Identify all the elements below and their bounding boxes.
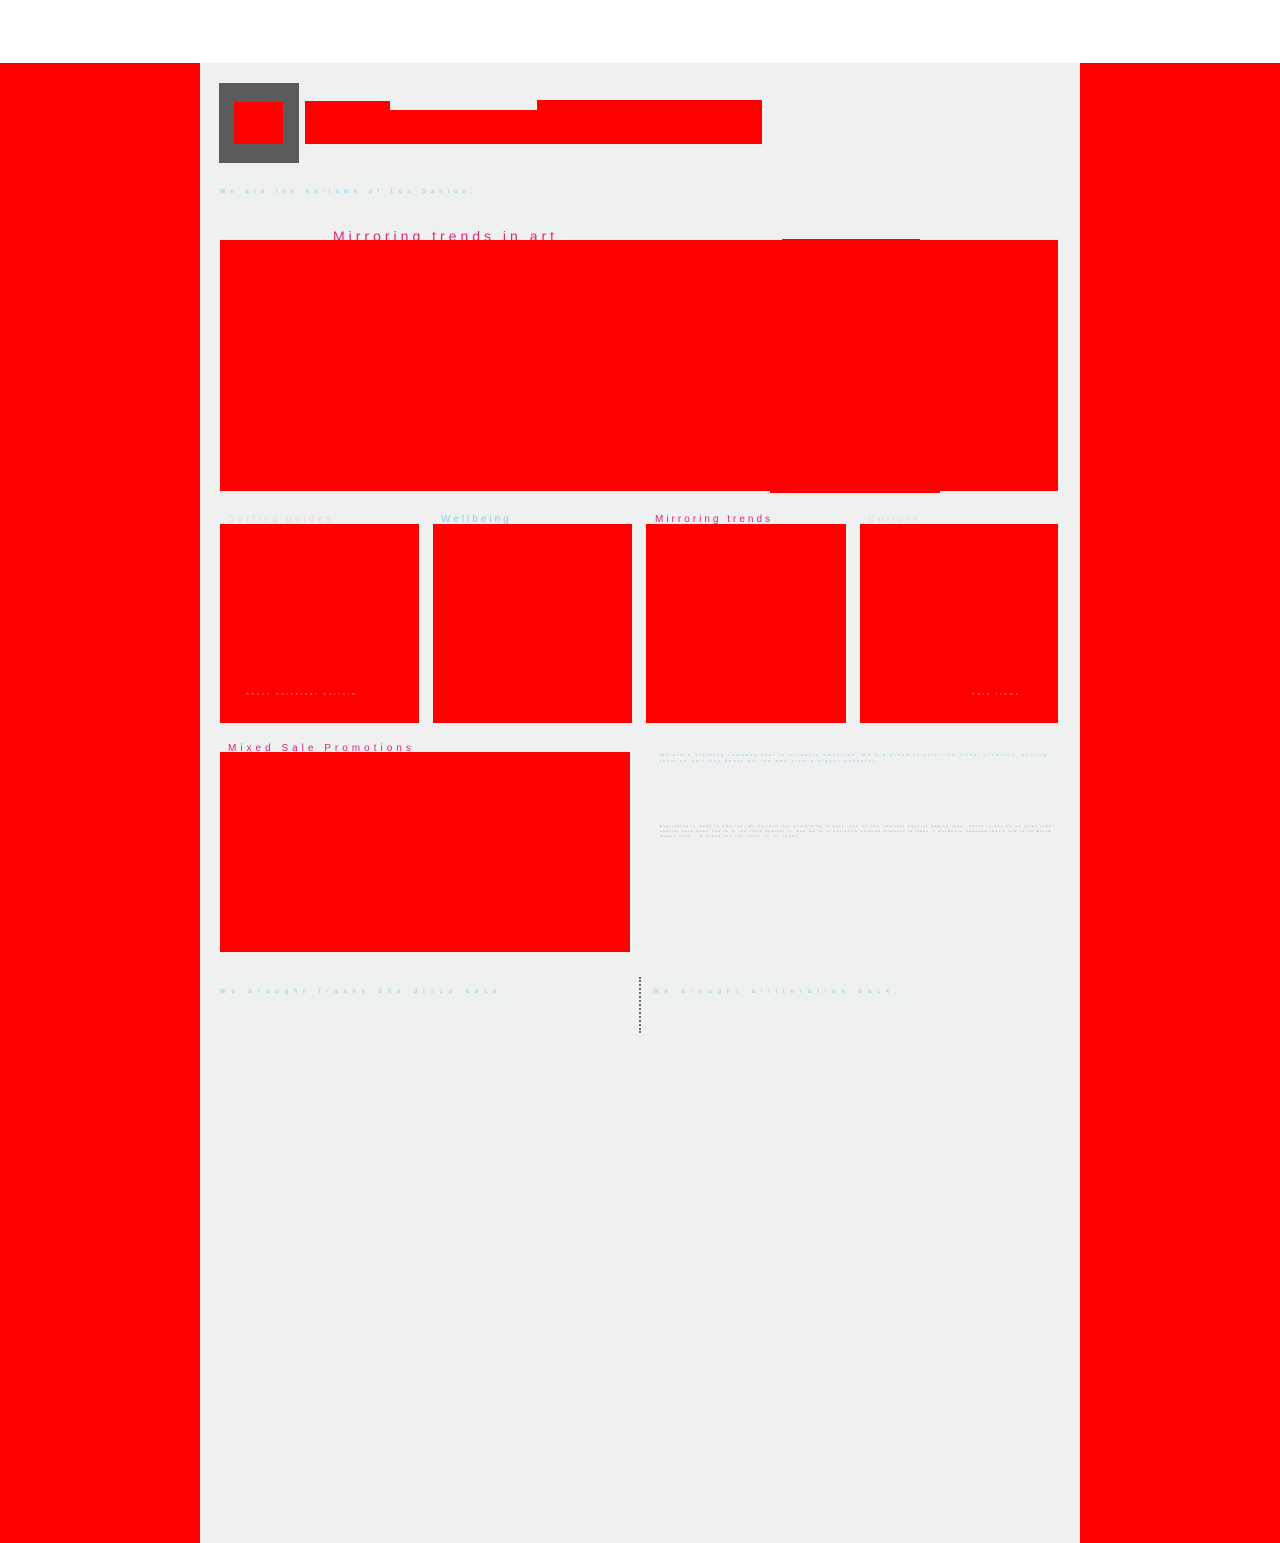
- footer-right-text: We brought alliteration back.: [653, 989, 903, 995]
- header-banner-part-c: [537, 100, 762, 144]
- hero-image[interactable]: [220, 240, 1058, 491]
- left-red-margin: [0, 63, 200, 1543]
- right-red-margin: [1080, 63, 1280, 1543]
- hero-image-tab-bottom: [770, 489, 940, 493]
- feature-lead-text: We are a clothing company that is unique…: [660, 752, 1048, 763]
- card-caption-culture[interactable]: Sale Items: [972, 691, 1021, 696]
- feature-image[interactable]: [220, 752, 630, 952]
- site-tagline: We are the epitome of Los Santos.: [220, 189, 478, 195]
- card-culture-image[interactable]: [860, 524, 1058, 723]
- footer-left-text: We brought trashy 80s disco back.: [220, 989, 510, 995]
- feature-body-text: Everything is made in America. We believ…: [660, 824, 1053, 838]
- card-title-culture[interactable]: Culture: [868, 514, 921, 525]
- card-wellbeing-image[interactable]: [433, 524, 632, 723]
- card-title-mirroring-trends[interactable]: Mirroring trends: [655, 514, 773, 525]
- logo-image: [234, 102, 283, 144]
- card-caption-surfing-guides[interactable]: About Universal Uniform: [246, 691, 358, 696]
- card-title-wellbeing[interactable]: Wellbeing: [441, 514, 512, 525]
- site-logo[interactable]: [219, 83, 299, 163]
- card-title-surfing-guides[interactable]: Surfing guides: [228, 514, 334, 525]
- footer-divider: [639, 977, 641, 1033]
- page-container: We are the epitome of Los Santos. Mirror…: [200, 63, 1080, 1543]
- card-mirroring-trends-image[interactable]: [646, 524, 846, 723]
